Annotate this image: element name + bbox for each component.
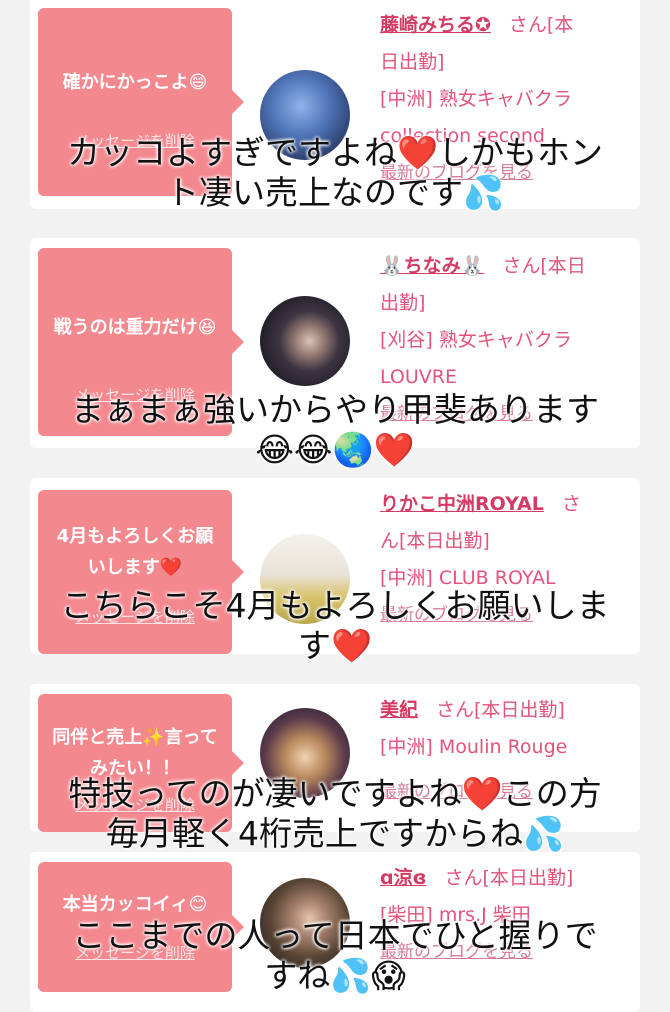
caption-line: 😂😂🌏❤️ xyxy=(255,430,415,469)
attendance-status: さん[本 xyxy=(508,14,574,36)
attendance-status: さん[本日出勤] xyxy=(436,699,565,721)
avatar[interactable] xyxy=(260,296,350,386)
caption-overlay: カッコよすぎですよね❤️しかもホン ト凄い売上なのです💦 xyxy=(0,133,670,213)
caption-line: カッコよすぎですよね❤️しかもホン xyxy=(66,133,604,172)
profile-name-link[interactable]: ɑ涼ɞ xyxy=(380,867,427,889)
profile-name-link[interactable]: 美紀 xyxy=(380,699,418,721)
attendance-status: さ xyxy=(561,493,581,515)
message-text: 戦うのは重力だけ😆 xyxy=(53,316,217,338)
shop-name: [中洲] 熟女キャバクラ xyxy=(380,88,572,110)
profile-name-link[interactable]: 藤崎みちる✪ xyxy=(380,14,491,36)
profile-name-link[interactable]: りかこ中洲ROYAL xyxy=(380,493,544,515)
attendance-status: さん[本日出勤] xyxy=(444,867,574,889)
profile-name-link[interactable]: 🐰ちなみ🐰 xyxy=(380,255,484,277)
caption-line: ト凄い売上なのです💦 xyxy=(165,173,505,212)
caption-line: こちらこそ4月もよろしくお願いしま xyxy=(60,586,610,625)
caption-line: す❤️ xyxy=(297,626,373,665)
message-text: 4月もよろしくお願いします❤️ xyxy=(56,526,214,578)
attendance-status-cont: 日出勤] xyxy=(380,51,445,73)
attendance-status-cont: ん[本日出勤] xyxy=(380,530,490,552)
message-text: 本当カッコイィ😊 xyxy=(62,893,208,915)
shop-name: [中洲] Moulin Rouge xyxy=(380,736,568,758)
caption-line: ここまでの人って日本でひと握りで xyxy=(72,916,598,955)
message-text: 確かにかっこよ😄 xyxy=(62,71,208,93)
shop-name: [刈谷] 熟女キャバクラ xyxy=(380,329,572,351)
caption-overlay: まぁまぁ強いからやり甲斐あります 😂😂🌏❤️ xyxy=(0,390,670,470)
caption-line: すね💦😱 xyxy=(264,956,406,995)
attendance-status-cont: 出勤] xyxy=(380,292,426,314)
caption-line: 特技ってのが凄いですよね❤️この方 xyxy=(68,774,602,813)
caption-overlay: こちらこそ4月もよろしくお願いしま す❤️ xyxy=(0,586,670,666)
caption-line: まぁまぁ強いからやり甲斐あります xyxy=(71,390,599,429)
caption-overlay: ここまでの人って日本でひと握りで すね💦😱 xyxy=(0,916,670,996)
caption-overlay: 特技ってのが凄いですよね❤️この方 毎月軽く4桁売上ですからね💦 xyxy=(0,774,670,854)
attendance-status: さん[本日 xyxy=(502,255,586,277)
caption-line: 毎月軽く4桁売上ですからね💦 xyxy=(105,814,565,853)
